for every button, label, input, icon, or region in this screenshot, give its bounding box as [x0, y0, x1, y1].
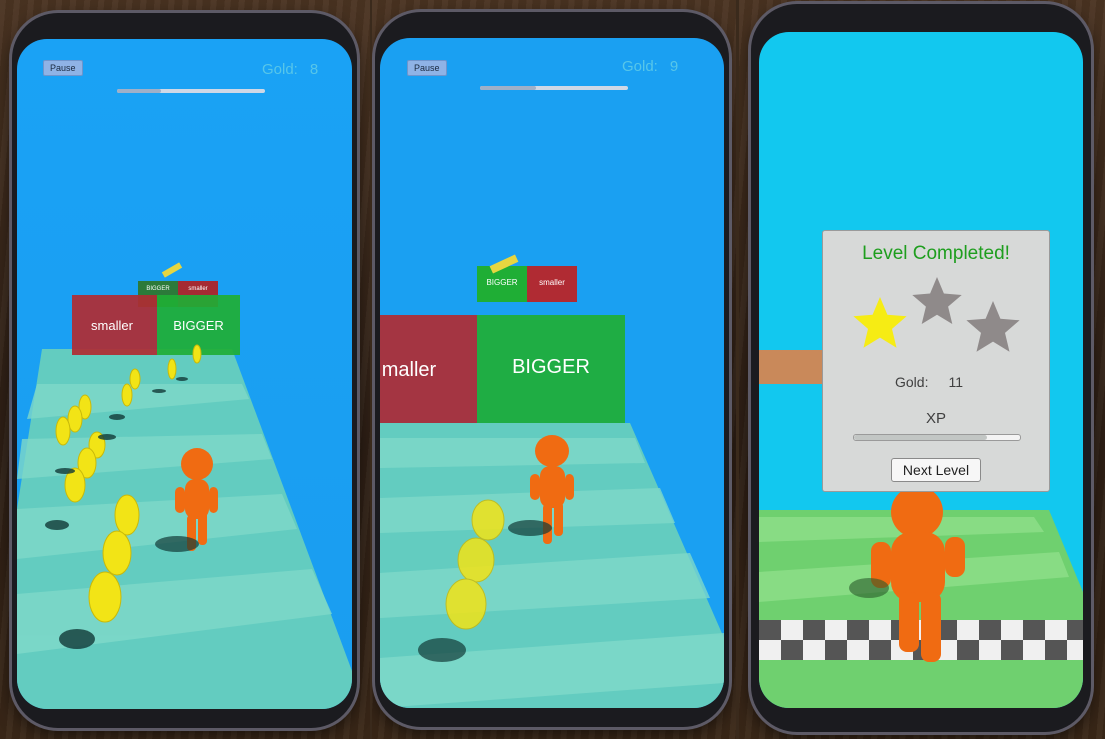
xp-progress-fill — [854, 435, 987, 440]
gold-summary: Gold: 11 — [895, 374, 963, 390]
wooden-beam — [759, 350, 823, 384]
screenshot-2: Pause Gold: 9 maller BIGGER BIGGER smalle… — [372, 0, 736, 739]
star-empty-icon — [912, 277, 962, 324]
game-screen: Pause Gold: 8 smaller BIGGER BIGGER small… — [17, 39, 352, 709]
xp-progress-bar — [853, 434, 1021, 441]
screenshot-3: Level Completed! Gold: 11 XP Next Level — [739, 0, 1105, 739]
gate-bigger-label: BIGGER — [512, 356, 590, 378]
far-gate-right-label: smaller — [539, 278, 565, 287]
game-scene — [17, 39, 352, 709]
phone-frame: Pause Gold: 9 maller BIGGER BIGGER smalle… — [375, 12, 729, 727]
runner-shadow — [508, 520, 552, 536]
phone-frame: Pause Gold: 8 smaller BIGGER BIGGER small… — [12, 13, 357, 728]
far-gate-left-label: BIGGER — [486, 278, 518, 287]
level-progress-fill — [117, 89, 162, 93]
game-screen: Level Completed! Gold: 11 XP Next Level — [759, 32, 1083, 708]
phone-frame: Level Completed! Gold: 11 XP Next Level — [751, 4, 1091, 732]
star-earned-icon — [853, 297, 907, 348]
gold-label: Gold: — [895, 374, 929, 390]
runner-shadow — [849, 578, 889, 598]
next-level-button[interactable]: Next Level — [891, 458, 981, 482]
pause-button[interactable]: Pause — [407, 60, 447, 76]
gold-value: 11 — [948, 374, 964, 390]
screenshot-1: Pause Gold: 8 smaller BIGGER BIGGER small… — [0, 0, 370, 739]
level-progress-fill — [480, 86, 537, 90]
gate-smaller-label: maller — [381, 359, 437, 381]
runner-shadow — [155, 536, 199, 552]
far-gate-left-label: BIGGER — [146, 286, 170, 292]
gate-bigger-label: BIGGER — [173, 318, 224, 333]
level-complete-title: Level Completed! — [862, 243, 1010, 264]
star-empty-icon — [966, 301, 1020, 352]
gold-value: 9 — [669, 58, 679, 75]
game-screen: Pause Gold: 9 maller BIGGER BIGGER smalle… — [380, 38, 724, 708]
far-gate-right-label: smaller — [188, 286, 208, 292]
gate-smaller-label: smaller — [91, 318, 133, 333]
level-progress-bar — [117, 89, 265, 93]
star-rating — [853, 277, 1020, 352]
gold-value: 8 — [309, 61, 319, 78]
coin-shadow — [418, 638, 466, 662]
gold-counter: Gold: 8 — [262, 61, 318, 78]
gold-counter: Gold: 9 — [622, 58, 678, 75]
gold-label: Gold: — [262, 61, 298, 78]
xp-label: XP — [925, 410, 946, 427]
level-progress-bar — [480, 86, 628, 90]
level-complete-panel: Level Completed! Gold: 11 XP Next Level — [822, 230, 1050, 492]
pause-button[interactable]: Pause — [43, 60, 83, 76]
gold-label: Gold: — [622, 58, 658, 75]
